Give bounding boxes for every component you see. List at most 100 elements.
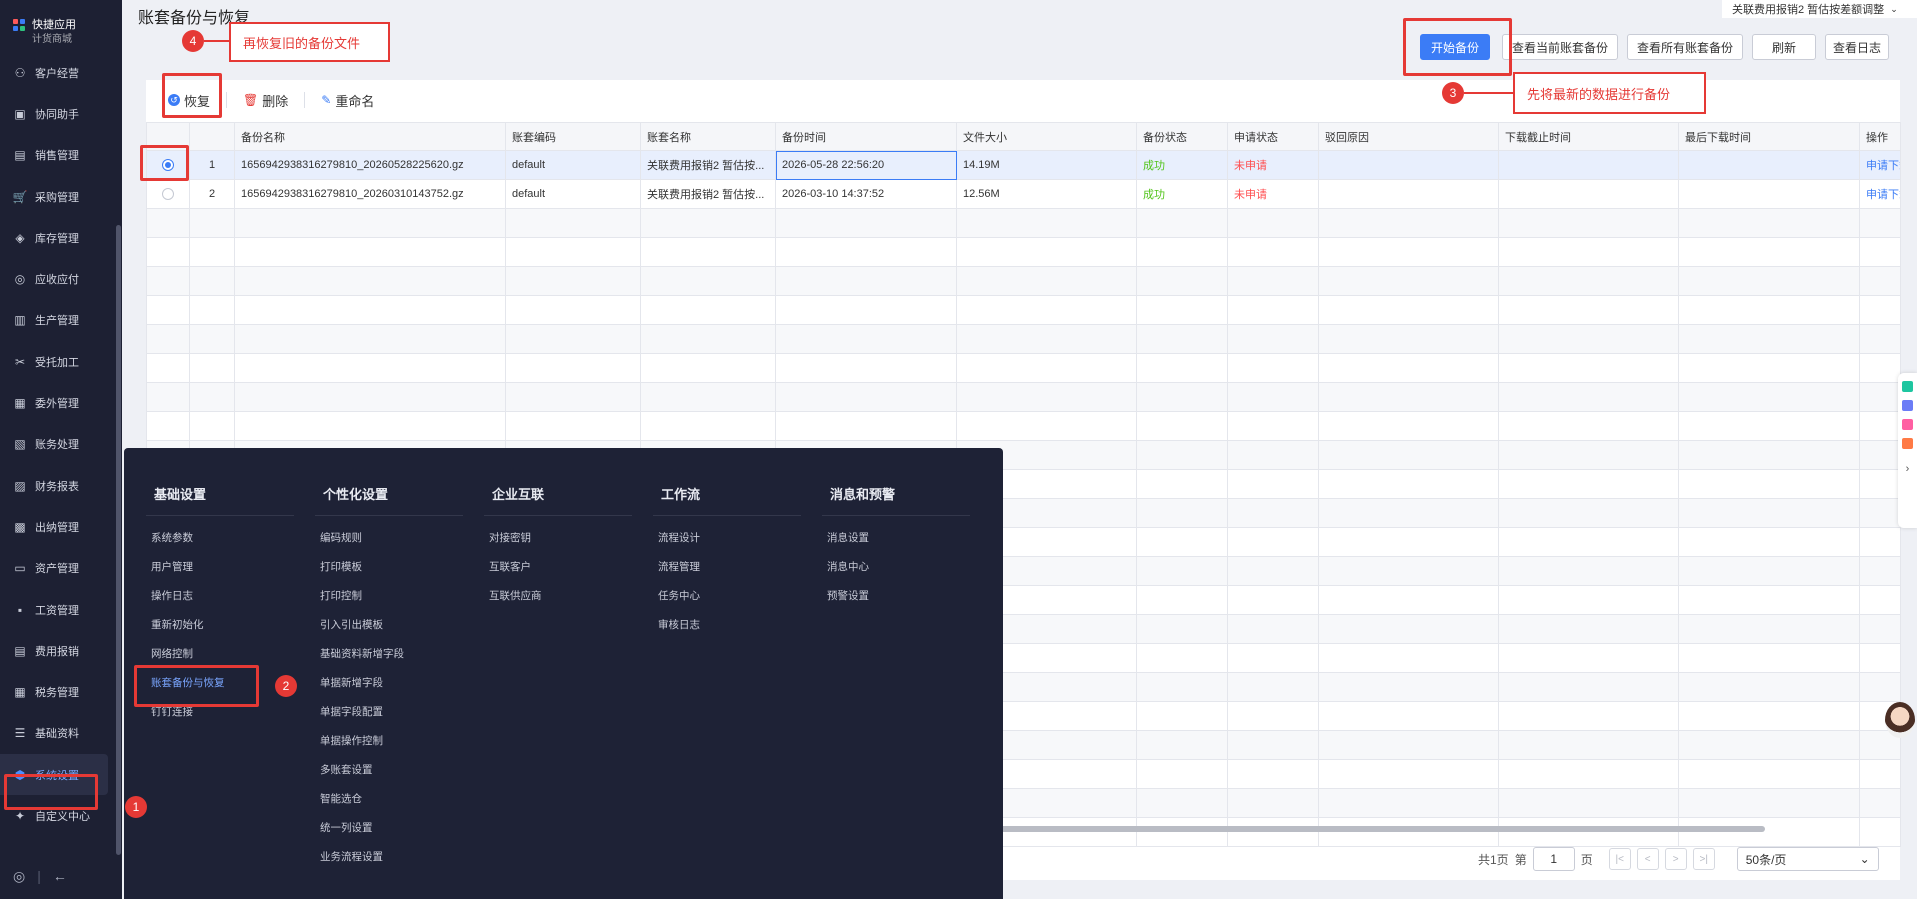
menu-item[interactable]: 互联供应商	[484, 588, 634, 617]
column-header[interactable]: 最后下载时间	[1678, 122, 1860, 151]
menu-item[interactable]: 任务中心	[653, 588, 803, 617]
sidebar-item-7[interactable]: ✂ 受托加工	[0, 341, 122, 382]
sidebar-item-1[interactable]: ▣ 协同助手	[0, 93, 122, 134]
cell-op[interactable]: 申请下载	[1859, 179, 1901, 209]
sidebar-item-6[interactable]: ▥ 生产管理	[0, 300, 122, 341]
sidebar-item-15[interactable]: ▦ 税务管理	[0, 671, 122, 712]
row-select-cell[interactable]	[146, 179, 190, 209]
row-radio[interactable]	[162, 159, 174, 172]
sidebar-item-2[interactable]: ▤ 销售管理	[0, 135, 122, 176]
menu-item[interactable]: 网络控制	[146, 646, 296, 675]
refresh-button[interactable]: 刷新	[1752, 34, 1816, 60]
column-header[interactable]: 备份状态	[1136, 122, 1228, 151]
menu-item[interactable]: 系统参数	[146, 530, 296, 559]
column-header[interactable]: 账套名称	[640, 122, 776, 151]
menu-item[interactable]: 编码规则	[315, 530, 465, 559]
column-header[interactable]	[189, 122, 235, 151]
column-header[interactable]: 文件大小	[956, 122, 1137, 151]
menu-item[interactable]: 打印控制	[315, 588, 465, 617]
menu-item[interactable]: 流程管理	[653, 559, 803, 588]
menu-item[interactable]: 账套备份与恢复	[146, 675, 296, 704]
menu-item[interactable]: 对接密钥	[484, 530, 634, 559]
menu-item[interactable]: 单据操作控制	[315, 733, 465, 762]
prev-page-icon[interactable]: <	[1636, 848, 1659, 870]
calendar-icon[interactable]	[1902, 419, 1913, 430]
sidebar-item-label: 税务管理	[35, 687, 79, 700]
menu-item[interactable]: 操作日志	[146, 588, 296, 617]
column-header[interactable]: 驳回原因	[1318, 122, 1499, 151]
column-header[interactable]: 账套编码	[505, 122, 641, 151]
view-all-backups-button[interactable]: 查看所有账套备份	[1627, 34, 1743, 60]
column-header[interactable]: 申请状态	[1227, 122, 1319, 151]
view-current-backups-button[interactable]: 查看当前账套备份	[1502, 34, 1618, 60]
gift-icon[interactable]	[1902, 438, 1913, 449]
sidebar-item-13[interactable]: ▪ 工资管理	[0, 589, 122, 630]
column-header[interactable]	[146, 122, 190, 151]
menu-item[interactable]: 消息中心	[822, 559, 972, 588]
next-page-icon[interactable]: >	[1664, 848, 1687, 870]
menu-item[interactable]: 重新初始化	[146, 617, 296, 646]
help-icon[interactable]	[1902, 381, 1913, 392]
outsource-icon: ▦	[14, 396, 26, 411]
sidebar-item-0[interactable]: ⚇ 客户经营	[0, 52, 122, 93]
column-header[interactable]: 备份名称	[234, 122, 506, 151]
page-input[interactable]: 1	[1532, 847, 1575, 871]
sidebar-item-12[interactable]: ▭ 资产管理	[0, 548, 122, 589]
menu-column: 个性化设置 编码规则 打印模板 打印控制 引入引出模板 基础资料新增字段 单据新增字段 单据字…	[315, 484, 465, 878]
target-icon[interactable]: ◎	[13, 868, 25, 885]
sidebar-item-16[interactable]: ☰ 基础资料	[0, 713, 122, 754]
start-backup-button[interactable]: 开始备份	[1420, 34, 1490, 60]
annotation-line-3	[1464, 92, 1514, 94]
menu-item[interactable]: 基础资料新增字段	[315, 646, 465, 675]
view-log-button[interactable]: 查看日志	[1825, 34, 1889, 60]
chevron-right-icon[interactable]: ›	[1906, 463, 1910, 475]
column-header[interactable]: 下载截止时间	[1498, 122, 1679, 151]
menu-item[interactable]: 单据字段配置	[315, 704, 465, 733]
sidebar-item-8[interactable]: ▦ 委外管理	[0, 382, 122, 423]
menu-item[interactable]: 预警设置	[822, 588, 972, 617]
sidebar-item-11[interactable]: ▩ 出纳管理	[0, 506, 122, 547]
first-page-icon[interactable]: |<	[1608, 848, 1631, 870]
pencil-icon: ✎	[321, 93, 332, 107]
assistant-avatar[interactable]	[1885, 702, 1915, 738]
menu-item[interactable]: 流程设计	[653, 530, 803, 559]
menu-item[interactable]: 互联客户	[484, 559, 634, 588]
sidebar-scrollbar[interactable]	[116, 225, 121, 855]
sidebar-item-5[interactable]: ◎ 应收应付	[0, 258, 122, 299]
account-select[interactable]: 关联费用报销2 暂估按差额调整 ⌄	[1722, 0, 1917, 18]
delete-button[interactable]: 🗑 删除	[243, 91, 288, 110]
sidebar-item-17[interactable]: ⬢ 系统设置	[0, 754, 108, 796]
menu-item[interactable]: 消息设置	[822, 530, 972, 559]
menu-item[interactable]: 业务流程设置	[315, 849, 465, 878]
menu-item[interactable]: 打印模板	[315, 559, 465, 588]
column-header[interactable]: 操作	[1859, 122, 1901, 151]
sidebar-item-4[interactable]: ◈ 库存管理	[0, 217, 122, 258]
sidebar-item-10[interactable]: ▨ 财务报表	[0, 465, 122, 506]
sidebar-item-9[interactable]: ▧ 账务处理	[0, 424, 122, 465]
menu-item[interactable]: 引入引出模板	[315, 617, 465, 646]
column-header[interactable]: 备份时间	[775, 122, 957, 151]
menu-item[interactable]: 用户管理	[146, 559, 296, 588]
menu-item[interactable]: 钉钉连接	[146, 704, 296, 733]
collapse-arrow-icon[interactable]: ←	[53, 868, 67, 884]
last-page-icon[interactable]: >|	[1692, 848, 1715, 870]
sidebar-item-3[interactable]: 🛒 采购管理	[0, 176, 122, 217]
quick-apps[interactable]: 快捷应用 计货商城	[0, 0, 122, 50]
restore-button[interactable]: ↺ 恢复	[168, 91, 210, 110]
cell-op[interactable]: 申请下载	[1859, 150, 1901, 180]
menu-item[interactable]: 审核日志	[653, 617, 803, 646]
menu-item[interactable]: 单据新增字段	[315, 675, 465, 704]
menu-column-title: 企业互联	[484, 484, 632, 516]
row-select-cell[interactable]	[146, 150, 190, 180]
page-size-select[interactable]: 50条/页 ⌄	[1736, 847, 1879, 871]
chat-icon[interactable]	[1902, 400, 1913, 411]
rename-button[interactable]: ✎ 重命名	[321, 91, 374, 110]
table-row[interactable]: 1 1656942938316279810_20260528225620.gz de…	[146, 150, 1901, 180]
table-row[interactable]: 2 1656942938316279810_20260310143752.gz de…	[146, 179, 1901, 209]
menu-item[interactable]: 多账套设置	[315, 762, 465, 791]
sidebar-item-18[interactable]: ✦ 自定义中心	[0, 795, 122, 836]
sidebar-item-14[interactable]: ▤ 费用报销	[0, 630, 122, 671]
menu-item[interactable]: 统一列设置	[315, 820, 465, 849]
row-radio[interactable]	[162, 188, 174, 201]
menu-item[interactable]: 智能选仓	[315, 791, 465, 820]
